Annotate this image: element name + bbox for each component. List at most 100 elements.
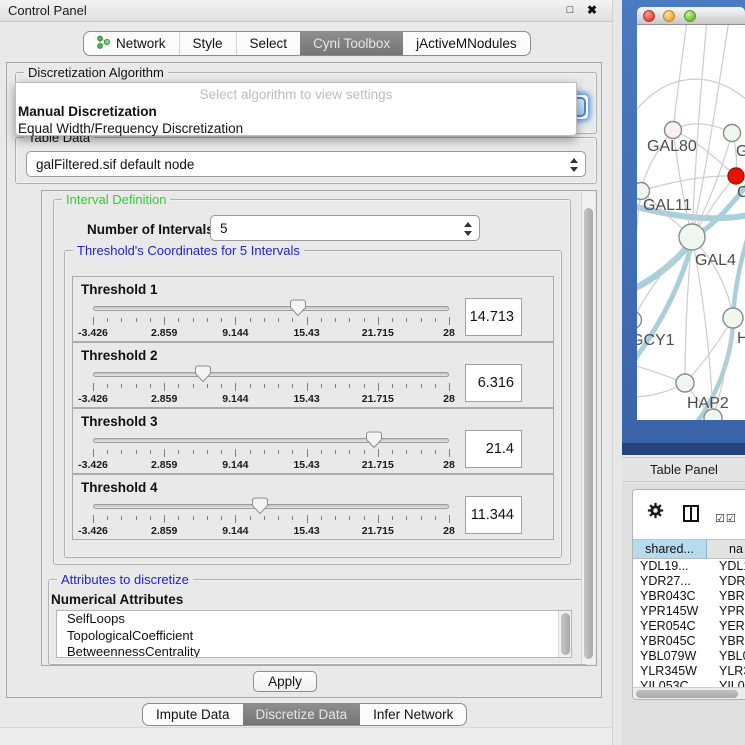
network-canvas[interactable]: GAL80 G C GAL11 GAL4 GCY1 H HAP2	[637, 25, 745, 420]
scrollbar-thumb[interactable]	[584, 208, 593, 659]
threshold-1-panel: Threshold 1 -3.4262.8599.14415.4321.7152…	[72, 276, 554, 342]
dropdown-placeholder-option[interactable]: Select algorithm to view settings	[16, 86, 576, 103]
threshold-1-value-field[interactable]	[465, 298, 522, 336]
table-row[interactable]: YLR345WYLR3	[633, 664, 745, 679]
attributes-list-scrollbar[interactable]	[558, 611, 571, 657]
close-icon[interactable]: ✖	[584, 3, 600, 19]
tick-mark	[207, 450, 208, 454]
threshold-3-value-field[interactable]	[465, 430, 522, 468]
threshold-2-label: Threshold 2	[81, 348, 158, 363]
attribute-list-item[interactable]: TopologicalCoefficient	[57, 628, 571, 645]
settings-panel-scrollbar[interactable]	[581, 192, 595, 664]
split-view-icon[interactable]	[683, 505, 699, 522]
column-header-shared-name[interactable]: shared...	[633, 540, 707, 558]
table-data-combobox[interactable]: galFiltered.sif default node	[26, 151, 586, 177]
tick-mark	[235, 449, 236, 457]
tab-impute-data[interactable]: Impute Data	[143, 704, 243, 725]
table-row[interactable]: YER054CYER0	[633, 619, 745, 634]
tick-mark	[150, 384, 151, 388]
tick-mark	[178, 384, 179, 388]
scrollbar-thumb[interactable]	[561, 613, 570, 655]
slider-thumb[interactable]	[366, 431, 382, 449]
table-panel-titlebar: Table Panel	[622, 457, 745, 482]
tab-select[interactable]: Select	[236, 32, 301, 55]
tick-mark	[207, 516, 208, 520]
float-window-icon[interactable]: □	[562, 4, 578, 20]
tick-label: 28	[443, 525, 455, 537]
slider-thumb[interactable]	[252, 497, 268, 515]
close-traffic-light-icon[interactable]	[643, 10, 655, 22]
node-red-selected[interactable]	[728, 168, 744, 184]
tab-cyni-toolbox[interactable]: Cyni Toolbox	[300, 32, 403, 55]
tab-jactivemnodules[interactable]: jActiveMNodules	[403, 32, 530, 55]
numerical-attributes-label: Numerical Attributes	[51, 592, 183, 607]
slider-track[interactable]	[93, 306, 449, 311]
threshold-2-panel: Threshold 2 -3.4262.8599.14415.4321.7152…	[72, 342, 554, 408]
tab-impute-data-label: Impute Data	[156, 707, 230, 722]
slider-thumb[interactable]	[290, 299, 306, 317]
table-row[interactable]: YBR043CYBR0	[633, 589, 745, 604]
combobox-stepper-icon[interactable]	[569, 156, 579, 174]
minimize-traffic-light-icon[interactable]	[663, 10, 675, 22]
split-pane-divider[interactable]	[612, 0, 622, 745]
scrollbar-thumb[interactable]	[636, 690, 738, 698]
slider-thumb[interactable]	[195, 365, 211, 383]
zoom-traffic-light-icon[interactable]	[684, 10, 696, 22]
node-gal80[interactable]	[665, 122, 682, 139]
tick-mark	[107, 318, 108, 322]
number-of-intervals-combobox[interactable]: 5	[210, 215, 480, 241]
tab-discretize-data[interactable]: Discretize Data	[243, 704, 361, 725]
tab-style[interactable]: Style	[179, 32, 236, 55]
table-horizontal-scrollbar[interactable]	[633, 687, 745, 699]
node-hap2[interactable]	[676, 374, 694, 392]
dropdown-option-equal-width-frequency[interactable]: Equal Width/Frequency Discretization	[16, 120, 576, 137]
table-cell: YDL1	[707, 559, 745, 574]
tick-mark	[264, 318, 265, 322]
cyni-bottom-tabs: Impute Data Discretize Data Infer Networ…	[142, 703, 467, 726]
node-table: ☑☑ shared... na YDL19...YDL1YDR27...YDR2…	[632, 489, 745, 700]
combobox-stepper-icon[interactable]	[463, 220, 473, 238]
table-row[interactable]: YBL079WYBL0	[633, 649, 745, 664]
attributes-group-title: Attributes to discretize	[57, 572, 193, 587]
tick-mark	[292, 384, 293, 388]
table-row[interactable]: YPR145WYPR1	[633, 604, 745, 619]
slider-track[interactable]	[93, 504, 449, 509]
node-gal4[interactable]	[679, 224, 705, 250]
tick-mark	[235, 515, 236, 523]
tab-network[interactable]: Network	[84, 32, 179, 55]
settings-gear-icon[interactable]	[647, 502, 664, 524]
tick-mark	[278, 318, 279, 322]
attribute-list-item[interactable]: SelfLoops	[57, 611, 571, 628]
threshold-3-slider[interactable]: -3.4262.8599.14415.4321.71528	[89, 435, 453, 473]
threshold-4-value-field[interactable]	[465, 496, 522, 534]
table-row[interactable]: YDL19...YDL1	[633, 559, 745, 574]
tick-mark	[421, 450, 422, 454]
table-row[interactable]: YDR27...YDR2	[633, 574, 745, 589]
threshold-2-value-field[interactable]	[465, 364, 522, 402]
threshold-3-panel: Threshold 3 -3.4262.8599.14415.4321.7152…	[72, 408, 554, 474]
node-h[interactable]	[723, 308, 743, 328]
tab-infer-network-label: Infer Network	[373, 707, 453, 722]
node-gcy1[interactable]	[637, 312, 642, 329]
attribute-list-item[interactable]: BetweennessCentrality	[57, 644, 571, 658]
network-window-titlebar[interactable]	[637, 7, 745, 25]
tick-label: 15.43	[293, 459, 319, 471]
network-icon	[97, 35, 110, 52]
tab-infer-network[interactable]: Infer Network	[360, 704, 466, 725]
node-label: GAL80	[647, 138, 697, 155]
tick-label: -3.426	[78, 459, 108, 471]
node-label: GCY1	[637, 332, 675, 349]
node-gal-right[interactable]	[724, 125, 741, 142]
tick-mark	[364, 318, 365, 322]
threshold-4-slider[interactable]: -3.4262.8599.14415.4321.71528	[89, 501, 453, 539]
column-header-name[interactable]: na	[707, 540, 745, 558]
dropdown-option-manual-discretization[interactable]: Manual Discretization	[16, 103, 576, 120]
threshold-2-slider[interactable]: -3.4262.8599.14415.4321.71528	[89, 369, 453, 407]
threshold-1-slider[interactable]: -3.4262.8599.14415.4321.71528	[89, 303, 453, 341]
apply-button[interactable]: Apply	[253, 671, 317, 692]
control-panel-tabs: Network Style Select Cyni Toolbox jActiv…	[83, 31, 531, 56]
select-columns-icon[interactable]: ☑☑	[715, 512, 737, 525]
slider-track[interactable]	[93, 438, 449, 443]
table-row[interactable]: YBR045CYBR0	[633, 634, 745, 649]
slider-track[interactable]	[93, 372, 449, 377]
